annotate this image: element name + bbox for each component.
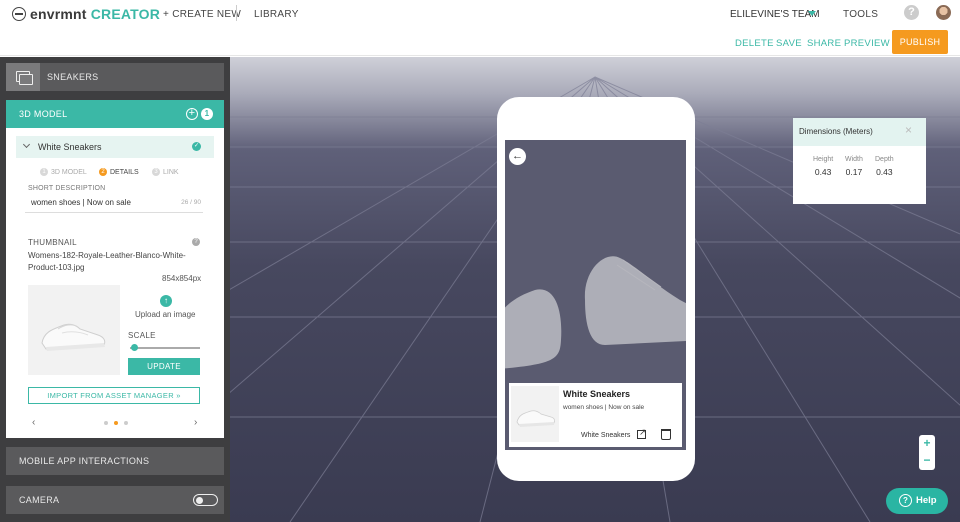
back-arrow-icon[interactable]: ← (509, 148, 526, 165)
project-header[interactable]: SNEAKERS (6, 63, 224, 91)
dimensions-panel: Dimensions (Meters) × Height 0.43 Width … (793, 118, 926, 204)
left-panel: SNEAKERS 3D MODEL + 1 White Sneakers ✓ 1… (0, 57, 230, 522)
pager-dot[interactable] (124, 421, 128, 425)
help-icon[interactable]: ? (904, 5, 919, 20)
help-icon: ? (899, 494, 912, 507)
product-card-title: White Sneakers (563, 389, 631, 399)
zoom-in-icon[interactable]: + (919, 435, 935, 452)
height-column: Height 0.43 (813, 156, 833, 177)
logo-text: envrmnt CREATOR (30, 6, 161, 22)
3d-viewport[interactable]: ← White Sneakers women shoes | Now on sa… (230, 57, 960, 522)
width-value: 0.17 (845, 167, 863, 177)
short-description-label: SHORT DESCRIPTION (28, 185, 106, 192)
step-number: 3 (152, 168, 160, 176)
save-button[interactable]: SAVE (776, 38, 802, 49)
height-value: 0.43 (814, 167, 832, 177)
create-new-link[interactable]: + CREATE NEW (163, 9, 241, 20)
trash-icon[interactable] (661, 429, 671, 440)
zoom-out-icon[interactable]: − (919, 452, 935, 469)
thumbnail-filename: Womens-182-Royale-Leather-Blanco-White-P… (28, 251, 186, 272)
scale-label: SCALE (128, 331, 156, 340)
depth-label: Depth (875, 156, 894, 163)
pager-dot[interactable] (104, 421, 108, 425)
external-link-icon[interactable] (637, 427, 647, 439)
close-icon[interactable]: × (905, 123, 912, 137)
help-label: Help (916, 495, 937, 506)
thumbnail-dimensions: 854x854px (162, 274, 202, 283)
step-3d-model[interactable]: 1 3D MODEL (40, 168, 87, 176)
depth-value: 0.43 (876, 167, 893, 177)
model-item-header[interactable]: White Sneakers ✓ (16, 136, 214, 158)
step-link[interactable]: 3 LINK (152, 168, 179, 176)
top-bar: envrmnt CREATOR + CREATE NEW LIBRARY ELI… (0, 0, 960, 28)
dimensions-title: Dimensions (Meters) (799, 127, 873, 136)
step-number: 1 (40, 168, 48, 176)
scale-slider[interactable] (130, 347, 200, 349)
sneaker-image (41, 323, 106, 351)
chevron-left-icon[interactable]: ‹ (32, 417, 35, 428)
project-name: SNEAKERS (47, 72, 99, 82)
product-card-link[interactable]: White Sneakers (581, 432, 630, 439)
step-label: LINK (163, 168, 179, 176)
product-card[interactable]: White Sneakers women shoes | Now on sale… (509, 383, 682, 447)
help-button[interactable]: ? Help (886, 488, 948, 514)
product-card-subtitle: women shoes | Now on sale (563, 404, 645, 411)
tools-link[interactable]: TOOLS (843, 9, 878, 20)
publish-button[interactable]: PUBLISH (892, 30, 948, 54)
team-selector[interactable]: ELILEVINE'S TEAM (730, 9, 820, 20)
help-icon[interactable]: ? (192, 238, 200, 246)
update-button[interactable]: UPDATE (128, 358, 200, 375)
action-bar: DELETE SAVE SHARE PREVIEW (0, 28, 960, 56)
camera-label: CAMERA (19, 495, 60, 505)
model-count-badge: 1 (201, 108, 213, 120)
3d-model-section-header[interactable]: 3D MODEL + 1 (6, 100, 224, 128)
preview-button[interactable]: PREVIEW (844, 38, 890, 49)
depth-column: Depth 0.43 (875, 156, 894, 177)
chevron-down-icon[interactable] (22, 140, 31, 149)
camera-header[interactable]: CAMERA (6, 486, 224, 514)
width-column: Width 0.17 (845, 156, 863, 177)
delete-button[interactable]: DELETE (735, 38, 774, 49)
library-link[interactable]: LIBRARY (254, 9, 299, 20)
height-label: Height (813, 156, 834, 163)
phone-preview: ← White Sneakers women shoes | Now on sa… (497, 97, 695, 481)
avatar[interactable] (936, 5, 951, 20)
char-counter: 26 / 90 (181, 199, 201, 206)
thumbnail-preview (28, 285, 120, 375)
model-item-title: White Sneakers (38, 142, 102, 152)
mobile-app-interactions-header[interactable]: MOBILE APP INTERACTIONS (6, 447, 224, 475)
product-thumbnail (511, 386, 559, 442)
step-number: 2 (99, 168, 107, 176)
add-model-icon[interactable]: + (186, 108, 198, 120)
share-button[interactable]: SHARE (807, 38, 841, 49)
dimensions-header: Dimensions (Meters) × (793, 118, 926, 146)
section-title: 3D MODEL (19, 109, 68, 119)
step-label: 3D MODEL (51, 168, 87, 176)
chevron-down-icon[interactable] (808, 11, 816, 16)
app-logo[interactable]: envrmnt CREATOR (12, 6, 160, 22)
camera-toggle[interactable] (193, 494, 218, 506)
import-from-asset-manager-button[interactable]: IMPORT FROM ASSET MANAGER » (28, 387, 200, 404)
step-details[interactable]: 2 DETAILS (99, 168, 139, 176)
upload-icon[interactable]: ↑ (160, 295, 172, 307)
divider (236, 5, 237, 21)
pager-dots (104, 421, 128, 425)
short-description-field[interactable]: women shoes | Now on sale 26 / 90 (25, 193, 203, 213)
sneaker-image (516, 410, 555, 427)
width-label: Width (845, 156, 863, 163)
thumbnail-label: THUMBNAIL (28, 238, 77, 247)
pager-dot-active[interactable] (114, 421, 118, 425)
layers-icon (6, 63, 40, 91)
upload-image-link[interactable]: Upload an image (135, 310, 195, 319)
scale-slider-handle[interactable] (130, 344, 138, 351)
logo-mark-icon (12, 7, 26, 21)
phone-screen: ← White Sneakers women shoes | Now on sa… (505, 140, 686, 450)
check-icon: ✓ (192, 142, 201, 151)
model-card: White Sneakers ✓ 1 3D MODEL 2 DETAILS 3 … (6, 128, 224, 438)
chevron-right-icon[interactable]: › (194, 417, 197, 428)
step-label: DETAILS (110, 168, 139, 176)
zoom-control: + − (919, 435, 935, 470)
short-description-value: women shoes | Now on sale (31, 198, 131, 207)
